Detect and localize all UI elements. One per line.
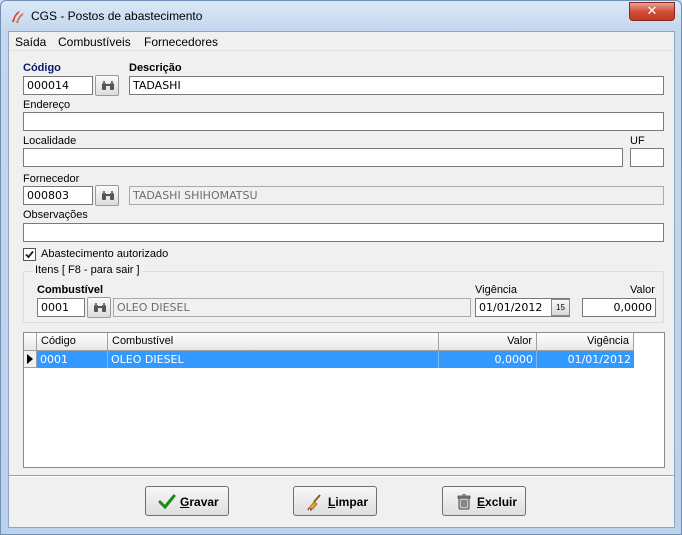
grid-header-corner	[24, 333, 37, 351]
menu-combustiveis[interactable]: Combustíveis	[58, 35, 131, 49]
menu-bar: Saída Combustíveis Fornecedores	[9, 32, 674, 51]
valor-label: Valor	[630, 284, 655, 296]
close-button[interactable]: ✕	[629, 2, 675, 21]
fornecedor-name-field: TADASHI SHIHOMATSU	[129, 186, 664, 205]
current-row-arrow-icon	[27, 354, 33, 364]
observacoes-input[interactable]	[23, 223, 664, 242]
localidade-label: Localidade	[23, 135, 77, 147]
calendar-icon[interactable]: 15	[551, 299, 570, 316]
binoculars-icon	[102, 81, 114, 90]
valor-input[interactable]: 0,0000	[582, 298, 656, 317]
excluir-button[interactable]: Excluir	[442, 486, 526, 516]
grid-header-codigo[interactable]: Código	[37, 333, 108, 351]
excluir-label: Excluir	[477, 495, 518, 509]
gravar-button[interactable]: Gravar	[145, 486, 229, 516]
endereco-label: Endereço	[23, 99, 71, 111]
window-title: CGS - Postos de abastecimento	[31, 9, 203, 23]
close-icon: ✕	[646, 3, 658, 18]
trash-icon	[457, 494, 471, 510]
descricao-label: Descrição	[129, 62, 182, 74]
uf-input[interactable]	[630, 148, 664, 167]
combustivel-name-field: OLEO DIESEL	[113, 298, 471, 317]
itens-grid[interactable]: Código Combustível Valor Vigência 0001 O…	[23, 332, 665, 468]
grid-header-vigencia[interactable]: Vigência	[537, 333, 634, 351]
fornecedor-lookup-button[interactable]	[95, 185, 119, 206]
client-area: Saída Combustíveis Fornecedores Código 0…	[8, 31, 675, 528]
cell-codigo: 0001	[37, 351, 108, 368]
codigo-lookup-button[interactable]	[95, 75, 119, 96]
cell-valor: 0,0000	[439, 351, 537, 368]
gravar-label: Gravar	[180, 495, 219, 509]
codigo-label: Código	[23, 62, 61, 74]
autorizado-label: Abastecimento autorizado	[41, 248, 169, 260]
app-logo-icon	[12, 11, 24, 23]
codigo-input[interactable]: 000014	[23, 76, 93, 95]
checkmark-icon	[158, 494, 176, 510]
menu-fornecedores[interactable]: Fornecedores	[144, 35, 218, 49]
itens-group-title: Itens [ F8 - para sair ]	[33, 264, 142, 276]
table-row[interactable]: 0001 OLEO DIESEL 0,0000 01/01/2012	[37, 351, 634, 368]
cell-vigencia: 01/01/2012	[567, 353, 631, 366]
menu-saida[interactable]: Saída	[15, 35, 46, 49]
fornecedor-label: Fornecedor	[23, 173, 80, 185]
endereco-input[interactable]	[23, 112, 664, 131]
footer-divider-highlight	[9, 476, 674, 477]
title-bar[interactable]: CGS - Postos de abastecimento ✕	[1, 1, 681, 31]
checkmark-icon	[25, 250, 34, 259]
grid-header-combustivel[interactable]: Combustível	[108, 333, 439, 351]
autorizado-checkbox[interactable]	[23, 248, 36, 261]
limpar-label: Limpar	[328, 495, 369, 509]
cell-combustivel: OLEO DIESEL	[108, 351, 439, 368]
vigencia-label: Vigência	[475, 284, 517, 296]
combustivel-code-input[interactable]: 0001	[37, 298, 85, 317]
observacoes-label: Observações	[23, 209, 88, 221]
localidade-input[interactable]	[23, 148, 623, 167]
vigencia-value: 01/01/2012	[479, 301, 543, 314]
combustivel-label: Combustível	[37, 284, 104, 296]
binoculars-icon	[94, 303, 106, 312]
combustivel-lookup-button[interactable]	[87, 297, 111, 318]
app-window: CGS - Postos de abastecimento ✕ Saída Co…	[0, 0, 682, 535]
descricao-input[interactable]: TADASHI	[129, 76, 664, 95]
grid-header-valor[interactable]: Valor	[439, 333, 537, 351]
row-indicator	[24, 351, 37, 368]
binoculars-icon	[102, 191, 114, 200]
fornecedor-code-input[interactable]: 000803	[23, 186, 93, 205]
limpar-button[interactable]: Limpar	[293, 486, 377, 516]
uf-label: UF	[630, 135, 645, 147]
broom-icon	[307, 494, 321, 511]
